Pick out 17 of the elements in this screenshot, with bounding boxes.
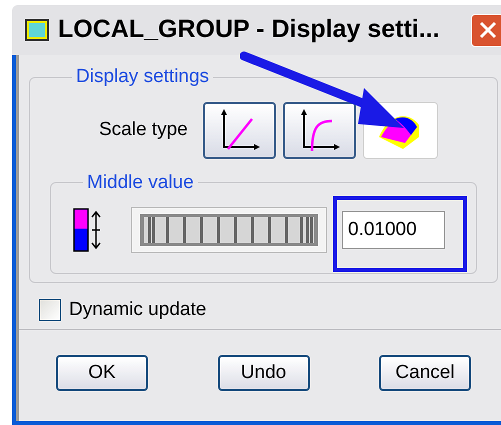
app-icon — [24, 18, 50, 42]
close-icon — [478, 20, 498, 40]
scale-type-label: Scale type — [99, 118, 188, 142]
dynamic-update-checkbox[interactable] — [39, 299, 61, 321]
group-title: Middle value — [86, 170, 195, 194]
close-button[interactable] — [471, 14, 501, 46]
color-range-icon — [73, 207, 103, 253]
dialog-button[interactable]: Cancel — [379, 355, 471, 391]
group-title: Display settings — [75, 65, 210, 89]
thumbwheel[interactable] — [131, 207, 327, 253]
middle-value-field[interactable]: 0.01000 — [342, 211, 445, 249]
dynamic-update-label: Dynamic update — [69, 298, 206, 322]
scale-type-button[interactable] — [202, 102, 276, 158]
window-title: LOCAL_GROUP - Display setti... — [58, 14, 440, 46]
scale-type-button[interactable] — [282, 102, 356, 158]
dialog-button[interactable]: OK — [56, 355, 148, 391]
dialog-button[interactable]: Undo — [218, 355, 310, 391]
